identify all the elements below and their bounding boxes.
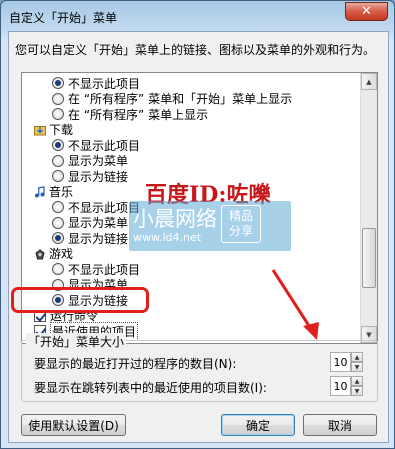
list-item[interactable]: 显示为链接 (52, 231, 129, 246)
close-icon: ✕ (361, 4, 372, 19)
radio-button[interactable] (52, 139, 64, 151)
list-category: 下载 (34, 123, 73, 137)
start-menu-size-group: 「开始」菜单大小 要显示的最近打开过的程序的数目(N): 10 ▲ ▼ 要显示在… (21, 333, 378, 402)
title-bar[interactable]: 自定义「开始」菜单 ✕ (1, 1, 394, 31)
scroll-up-arrow-icon[interactable]: ▲ (361, 73, 377, 90)
radio-button[interactable] (52, 108, 64, 120)
jump-list-label: 要显示在跳转列表中的最近使用的项目数(I): (34, 381, 267, 395)
music-icon (34, 185, 46, 198)
radio-button[interactable] (52, 77, 64, 89)
badge: 精品 分享 (221, 205, 261, 243)
list-item-label: 音乐 (49, 185, 74, 199)
games-icon (34, 248, 46, 260)
list-item[interactable]: 在 “所有程序” 菜单上显示 (52, 107, 209, 122)
recent-programs-label: 要显示的最近打开过的程序的数目(N): (34, 357, 237, 371)
radio-button[interactable] (52, 201, 64, 213)
radio-button[interactable] (52, 232, 64, 244)
spin-down-icon[interactable]: ▼ (351, 386, 363, 396)
list-item[interactable]: 不显示此项目 (52, 200, 140, 215)
radio-button[interactable] (52, 92, 64, 105)
recent-programs-value[interactable]: 10 (330, 352, 351, 372)
list-item[interactable]: 不显示此项目 (52, 76, 141, 91)
radio-button[interactable] (52, 170, 64, 182)
list-scrollbar[interactable]: ▲ ▼ (360, 73, 377, 343)
use-default-settings-button[interactable]: 使用默认设置(D) (21, 414, 126, 436)
badge-line2: 分享 (228, 224, 253, 238)
badge-line1: 精品 (228, 209, 253, 223)
list-item[interactable]: 显示为菜单 (52, 154, 128, 168)
list-item[interactable]: 不显示此项目 (52, 138, 141, 153)
radio-button[interactable] (52, 216, 64, 229)
list-item-label: 不显示此项目 (68, 76, 141, 91)
cancel-button[interactable]: 取消 (303, 414, 377, 436)
list-category: 游戏 (34, 247, 73, 261)
jump-list-spinner[interactable]: 10 ▲ ▼ (330, 376, 363, 396)
description-text: 您可以自定义「开始」菜单上的链接、图标以及菜单的外观和行为。 (15, 43, 376, 57)
scrollbar-thumb[interactable] (362, 228, 376, 288)
list-item-label: 游戏 (49, 247, 74, 261)
list-item-label: 显示为链接 (68, 231, 129, 246)
list-item[interactable]: 显示为菜单 (52, 216, 128, 230)
red-highlight-box (11, 287, 149, 313)
spin-up-icon[interactable]: ▲ (351, 352, 363, 362)
list-item-label: 不显示此项目 (68, 138, 141, 153)
list-item-label: 显示为链接 (68, 169, 129, 184)
spin-up-icon[interactable]: ▲ (351, 376, 363, 386)
list-item-label: 显示为菜单 (68, 216, 129, 230)
list-item-label: 在 “所有程序” 菜单上显示 (68, 107, 209, 122)
radio-button[interactable] (52, 263, 64, 275)
list-item-label: 在 “所有程序” 菜单和「开始」菜单上显示 (68, 92, 293, 106)
list-item-label: 不显示此项目 (68, 262, 141, 277)
site-watermark: 小晨网络 www.ld4.net 精品 分享 (129, 201, 291, 251)
red-arrow-icon (271, 269, 319, 340)
recent-programs-spinner[interactable]: 10 ▲ ▼ (330, 352, 363, 372)
site-url: www.ld4.net (133, 231, 202, 244)
list-item-label: 下载 (49, 123, 74, 137)
list-item[interactable]: 在 “所有程序” 菜单和「开始」菜单上显示 (52, 92, 292, 106)
list-item-label: 显示为菜单 (68, 154, 129, 168)
download-folder-icon (34, 124, 46, 136)
list-item[interactable]: 显示为链接 (52, 169, 129, 184)
ok-button[interactable]: 确定 (221, 414, 295, 436)
site-name: 小晨网络 (133, 207, 217, 231)
jump-list-value[interactable]: 10 (330, 376, 351, 396)
close-button[interactable]: ✕ (345, 2, 388, 21)
customize-start-menu-dialog: 自定义「开始」菜单 ✕ 您可以自定义「开始」菜单上的链接、图标以及菜单的外观和行… (0, 0, 395, 449)
spin-down-icon[interactable]: ▼ (351, 362, 363, 372)
group-title: 「开始」菜单大小 (26, 333, 127, 350)
list-category: 音乐 (34, 185, 73, 199)
list-item[interactable]: 不显示此项目 (52, 262, 141, 277)
window-title: 自定义「开始」菜单 (9, 11, 118, 25)
radio-button[interactable] (52, 154, 64, 167)
